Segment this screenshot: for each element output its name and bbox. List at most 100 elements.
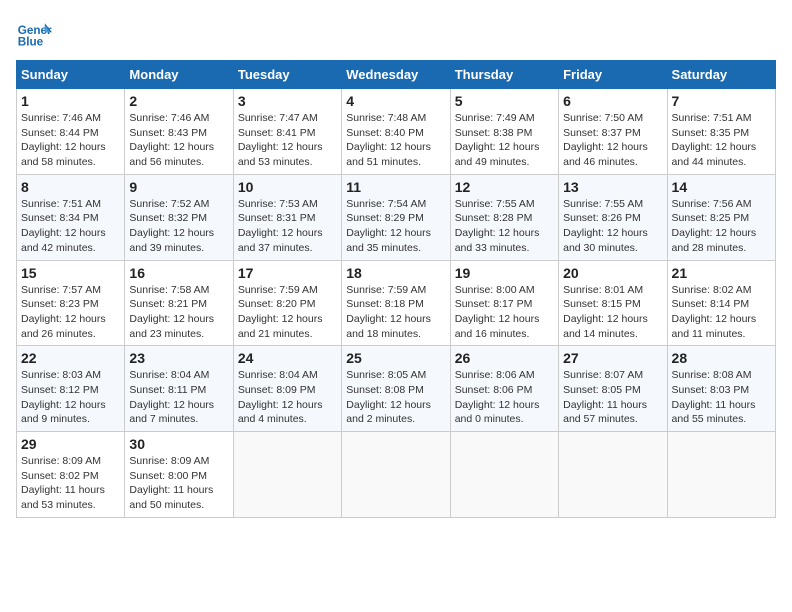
day-info: Sunrise: 7:59 AM Sunset: 8:20 PM Dayligh… — [238, 283, 337, 342]
svg-text:Blue: Blue — [18, 36, 44, 49]
weekday-header-thursday: Thursday — [450, 61, 558, 89]
day-number: 17 — [238, 265, 337, 281]
calendar-week-row: 1 Sunrise: 7:46 AM Sunset: 8:44 PM Dayli… — [17, 89, 776, 175]
day-info: Sunrise: 7:55 AM Sunset: 8:26 PM Dayligh… — [563, 197, 662, 256]
day-info: Sunrise: 8:01 AM Sunset: 8:15 PM Dayligh… — [563, 283, 662, 342]
calendar-cell: 7 Sunrise: 7:51 AM Sunset: 8:35 PM Dayli… — [667, 89, 775, 175]
calendar-cell: 22 Sunrise: 8:03 AM Sunset: 8:12 PM Dayl… — [17, 346, 125, 432]
day-number: 3 — [238, 93, 337, 109]
calendar-cell: 18 Sunrise: 7:59 AM Sunset: 8:18 PM Dayl… — [342, 260, 450, 346]
day-number: 13 — [563, 179, 662, 195]
calendar-cell: 12 Sunrise: 7:55 AM Sunset: 8:28 PM Dayl… — [450, 174, 558, 260]
day-info: Sunrise: 8:03 AM Sunset: 8:12 PM Dayligh… — [21, 368, 120, 427]
day-number: 14 — [672, 179, 771, 195]
calendar-cell: 19 Sunrise: 8:00 AM Sunset: 8:17 PM Dayl… — [450, 260, 558, 346]
day-number: 30 — [129, 436, 228, 452]
day-info: Sunrise: 7:50 AM Sunset: 8:37 PM Dayligh… — [563, 111, 662, 170]
day-info: Sunrise: 8:09 AM Sunset: 8:00 PM Dayligh… — [129, 454, 228, 513]
day-info: Sunrise: 7:56 AM Sunset: 8:25 PM Dayligh… — [672, 197, 771, 256]
day-number: 2 — [129, 93, 228, 109]
day-number: 20 — [563, 265, 662, 281]
calendar-cell: 24 Sunrise: 8:04 AM Sunset: 8:09 PM Dayl… — [233, 346, 341, 432]
day-number: 21 — [672, 265, 771, 281]
day-info: Sunrise: 8:07 AM Sunset: 8:05 PM Dayligh… — [563, 368, 662, 427]
calendar-cell: 3 Sunrise: 7:47 AM Sunset: 8:41 PM Dayli… — [233, 89, 341, 175]
day-number: 23 — [129, 350, 228, 366]
day-info: Sunrise: 7:54 AM Sunset: 8:29 PM Dayligh… — [346, 197, 445, 256]
day-number: 6 — [563, 93, 662, 109]
day-number: 18 — [346, 265, 445, 281]
day-number: 8 — [21, 179, 120, 195]
calendar-cell — [667, 432, 775, 518]
weekday-header-row: SundayMondayTuesdayWednesdayThursdayFrid… — [17, 61, 776, 89]
calendar-cell — [233, 432, 341, 518]
calendar-cell: 10 Sunrise: 7:53 AM Sunset: 8:31 PM Dayl… — [233, 174, 341, 260]
calendar-cell: 30 Sunrise: 8:09 AM Sunset: 8:00 PM Dayl… — [125, 432, 233, 518]
day-number: 28 — [672, 350, 771, 366]
day-number: 27 — [563, 350, 662, 366]
calendar-cell — [450, 432, 558, 518]
day-info: Sunrise: 7:57 AM Sunset: 8:23 PM Dayligh… — [21, 283, 120, 342]
calendar-table: SundayMondayTuesdayWednesdayThursdayFrid… — [16, 60, 776, 518]
day-number: 4 — [346, 93, 445, 109]
calendar-cell: 14 Sunrise: 7:56 AM Sunset: 8:25 PM Dayl… — [667, 174, 775, 260]
logo: General Blue — [16, 16, 56, 52]
day-info: Sunrise: 8:08 AM Sunset: 8:03 PM Dayligh… — [672, 368, 771, 427]
calendar-cell: 4 Sunrise: 7:48 AM Sunset: 8:40 PM Dayli… — [342, 89, 450, 175]
day-info: Sunrise: 7:55 AM Sunset: 8:28 PM Dayligh… — [455, 197, 554, 256]
calendar-cell: 20 Sunrise: 8:01 AM Sunset: 8:15 PM Dayl… — [559, 260, 667, 346]
calendar-cell: 2 Sunrise: 7:46 AM Sunset: 8:43 PM Dayli… — [125, 89, 233, 175]
day-number: 1 — [21, 93, 120, 109]
day-info: Sunrise: 7:46 AM Sunset: 8:43 PM Dayligh… — [129, 111, 228, 170]
calendar-cell: 13 Sunrise: 7:55 AM Sunset: 8:26 PM Dayl… — [559, 174, 667, 260]
day-number: 24 — [238, 350, 337, 366]
day-info: Sunrise: 7:46 AM Sunset: 8:44 PM Dayligh… — [21, 111, 120, 170]
calendar-cell: 23 Sunrise: 8:04 AM Sunset: 8:11 PM Dayl… — [125, 346, 233, 432]
weekday-header-tuesday: Tuesday — [233, 61, 341, 89]
day-info: Sunrise: 7:53 AM Sunset: 8:31 PM Dayligh… — [238, 197, 337, 256]
day-number: 19 — [455, 265, 554, 281]
day-info: Sunrise: 7:59 AM Sunset: 8:18 PM Dayligh… — [346, 283, 445, 342]
weekday-header-monday: Monday — [125, 61, 233, 89]
calendar-cell: 26 Sunrise: 8:06 AM Sunset: 8:06 PM Dayl… — [450, 346, 558, 432]
calendar-week-row: 22 Sunrise: 8:03 AM Sunset: 8:12 PM Dayl… — [17, 346, 776, 432]
day-info: Sunrise: 7:58 AM Sunset: 8:21 PM Dayligh… — [129, 283, 228, 342]
calendar-week-row: 15 Sunrise: 7:57 AM Sunset: 8:23 PM Dayl… — [17, 260, 776, 346]
day-info: Sunrise: 7:47 AM Sunset: 8:41 PM Dayligh… — [238, 111, 337, 170]
calendar-cell — [342, 432, 450, 518]
day-info: Sunrise: 7:52 AM Sunset: 8:32 PM Dayligh… — [129, 197, 228, 256]
calendar-cell: 8 Sunrise: 7:51 AM Sunset: 8:34 PM Dayli… — [17, 174, 125, 260]
day-number: 16 — [129, 265, 228, 281]
day-info: Sunrise: 8:06 AM Sunset: 8:06 PM Dayligh… — [455, 368, 554, 427]
calendar-cell: 25 Sunrise: 8:05 AM Sunset: 8:08 PM Dayl… — [342, 346, 450, 432]
weekday-header-saturday: Saturday — [667, 61, 775, 89]
day-number: 22 — [21, 350, 120, 366]
day-info: Sunrise: 7:49 AM Sunset: 8:38 PM Dayligh… — [455, 111, 554, 170]
day-number: 9 — [129, 179, 228, 195]
day-number: 10 — [238, 179, 337, 195]
day-number: 11 — [346, 179, 445, 195]
day-info: Sunrise: 8:04 AM Sunset: 8:11 PM Dayligh… — [129, 368, 228, 427]
calendar-cell: 21 Sunrise: 8:02 AM Sunset: 8:14 PM Dayl… — [667, 260, 775, 346]
calendar-week-row: 29 Sunrise: 8:09 AM Sunset: 8:02 PM Dayl… — [17, 432, 776, 518]
calendar-cell: 17 Sunrise: 7:59 AM Sunset: 8:20 PM Dayl… — [233, 260, 341, 346]
day-number: 26 — [455, 350, 554, 366]
calendar-cell: 5 Sunrise: 7:49 AM Sunset: 8:38 PM Dayli… — [450, 89, 558, 175]
calendar-cell: 11 Sunrise: 7:54 AM Sunset: 8:29 PM Dayl… — [342, 174, 450, 260]
day-number: 5 — [455, 93, 554, 109]
calendar-cell: 9 Sunrise: 7:52 AM Sunset: 8:32 PM Dayli… — [125, 174, 233, 260]
calendar-cell — [559, 432, 667, 518]
logo-icon: General Blue — [16, 16, 52, 52]
day-info: Sunrise: 7:48 AM Sunset: 8:40 PM Dayligh… — [346, 111, 445, 170]
day-number: 29 — [21, 436, 120, 452]
calendar-cell: 27 Sunrise: 8:07 AM Sunset: 8:05 PM Dayl… — [559, 346, 667, 432]
day-number: 12 — [455, 179, 554, 195]
day-info: Sunrise: 7:51 AM Sunset: 8:35 PM Dayligh… — [672, 111, 771, 170]
calendar-week-row: 8 Sunrise: 7:51 AM Sunset: 8:34 PM Dayli… — [17, 174, 776, 260]
page-header: General Blue — [16, 16, 776, 52]
day-number: 7 — [672, 93, 771, 109]
day-info: Sunrise: 8:09 AM Sunset: 8:02 PM Dayligh… — [21, 454, 120, 513]
calendar-cell: 29 Sunrise: 8:09 AM Sunset: 8:02 PM Dayl… — [17, 432, 125, 518]
calendar-cell: 16 Sunrise: 7:58 AM Sunset: 8:21 PM Dayl… — [125, 260, 233, 346]
calendar-cell: 1 Sunrise: 7:46 AM Sunset: 8:44 PM Dayli… — [17, 89, 125, 175]
